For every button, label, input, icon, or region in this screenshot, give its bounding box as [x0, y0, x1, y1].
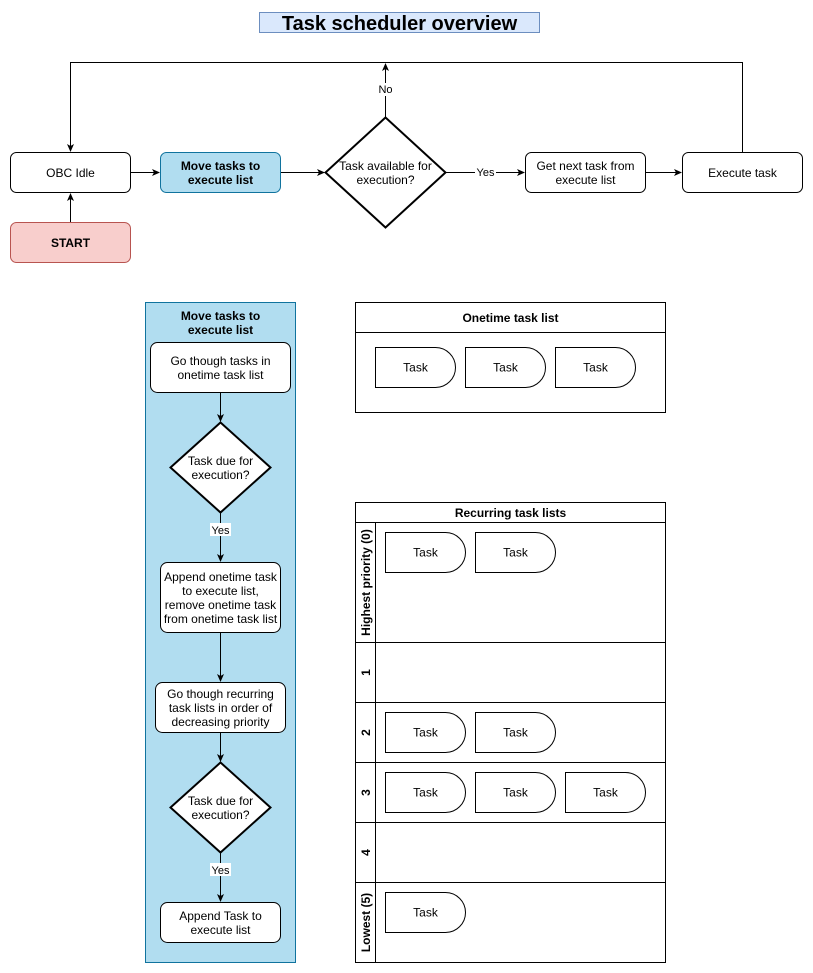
recurring-task[interactable]: Task	[565, 772, 647, 813]
task-label: Task	[503, 786, 529, 800]
lane-label: 3	[359, 789, 373, 796]
step-recurring-scan[interactable]: Go though recurring task lists in order …	[155, 682, 286, 733]
recurring-task[interactable]: Task	[475, 712, 557, 753]
svg-text:execute list: execute list	[188, 323, 253, 337]
task-label: Task	[593, 786, 619, 800]
recurring-task[interactable]: Task	[385, 772, 467, 813]
yes-label: Yes	[477, 167, 495, 179]
svg-text:execute list: execute list	[555, 173, 616, 187]
move-tasks-node[interactable]: Move tasks to execute list	[160, 152, 281, 193]
step-append-task[interactable]: Append Task to execute list	[160, 902, 281, 943]
title-text: Task scheduler overview	[282, 13, 518, 35]
lane-label: 2	[359, 729, 373, 736]
task-label: Task	[503, 726, 529, 740]
subprocess-title: Move tasks to	[181, 309, 260, 323]
svg-text:onetime task list: onetime task list	[177, 368, 264, 382]
get-next-task-node[interactable]: Get next task from execute list	[525, 152, 646, 193]
yes-label-1: Yes	[212, 525, 230, 537]
recurring-task[interactable]: Task	[385, 892, 467, 933]
svg-text:execute list: execute list	[188, 173, 253, 187]
lane-label: 1	[359, 669, 373, 676]
svg-text:Append Task to: Append Task to	[179, 909, 262, 923]
svg-text:Execute task: Execute task	[708, 166, 778, 180]
task-label: Task	[413, 726, 439, 740]
svg-text:from onetime task list: from onetime task list	[164, 612, 278, 626]
onetime-task[interactable]: Task	[465, 347, 547, 388]
diagram-title: Task scheduler overview	[259, 12, 540, 35]
recurring-task-lists: Recurring task lists Highest priority (0…	[355, 502, 666, 963]
onetime-task-list: Onetime task list Task Task Task	[355, 302, 666, 413]
task-label: Task	[413, 906, 439, 920]
svg-text:Go though tasks in: Go though tasks in	[170, 354, 270, 368]
task-scheduler-diagram: Task scheduler overview No Yes OBC Idle …	[10, 12, 803, 963]
recurring-task[interactable]: Task	[385, 532, 467, 573]
svg-text:Task due for: Task due for	[188, 794, 253, 808]
obc-idle-node[interactable]: OBC Idle	[10, 152, 131, 193]
yes-label-2: Yes	[212, 865, 230, 877]
onetime-task[interactable]: Task	[375, 347, 457, 388]
lane-label: Highest priority (0)	[359, 529, 373, 636]
task-label: Task	[403, 361, 429, 375]
move-tasks-subprocess: Move tasks to execute list Go though tas…	[145, 302, 296, 963]
task-label: Task	[503, 546, 529, 560]
svg-text:execution?: execution?	[191, 808, 249, 822]
step-onetime-scan[interactable]: Go though tasks in onetime task list	[150, 342, 291, 393]
lane-label: 4	[359, 849, 373, 856]
svg-text:OBC Idle: OBC Idle	[46, 166, 95, 180]
svg-text:execution?: execution?	[191, 468, 249, 482]
task-available-decision[interactable]: Task available for execution?	[324, 116, 447, 229]
task-label: Task	[413, 546, 439, 560]
lane-label: Lowest (5)	[359, 893, 373, 952]
recurring-task[interactable]: Task	[475, 532, 557, 573]
svg-text:decreasing priority: decreasing priority	[171, 715, 269, 729]
recurring-task[interactable]: Task	[475, 772, 557, 813]
svg-text:Get next task from: Get next task from	[536, 159, 634, 173]
svg-text:Append onetime task: Append onetime task	[164, 570, 278, 584]
svg-text:remove onetime task: remove onetime task	[165, 598, 277, 612]
execute-task-node[interactable]: Execute task	[682, 152, 803, 193]
svg-text:START: START	[51, 236, 91, 250]
onetime-list-title: Onetime task list	[462, 311, 558, 325]
start-node[interactable]: START	[10, 222, 131, 263]
svg-text:execution?: execution?	[356, 173, 414, 187]
task-label: Task	[413, 786, 439, 800]
task-label: Task	[493, 361, 519, 375]
svg-text:Move tasks to: Move tasks to	[181, 159, 260, 173]
svg-text:Task due for: Task due for	[188, 454, 253, 468]
onetime-task[interactable]: Task	[555, 347, 637, 388]
recurring-task[interactable]: Task	[385, 712, 467, 753]
svg-text:Task available for: Task available for	[339, 159, 432, 173]
recurring-lists-title: Recurring task lists	[455, 506, 567, 520]
svg-text:execute list: execute list	[190, 923, 251, 937]
svg-text:Go though recurring: Go though recurring	[167, 687, 274, 701]
task-label: Task	[583, 361, 609, 375]
svg-text:to execute list,: to execute list,	[182, 584, 259, 598]
step-append-onetime[interactable]: Append onetime task to execute list, rem…	[160, 562, 281, 633]
no-label: No	[378, 84, 392, 96]
svg-text:task lists in order of: task lists in order of	[169, 701, 273, 715]
